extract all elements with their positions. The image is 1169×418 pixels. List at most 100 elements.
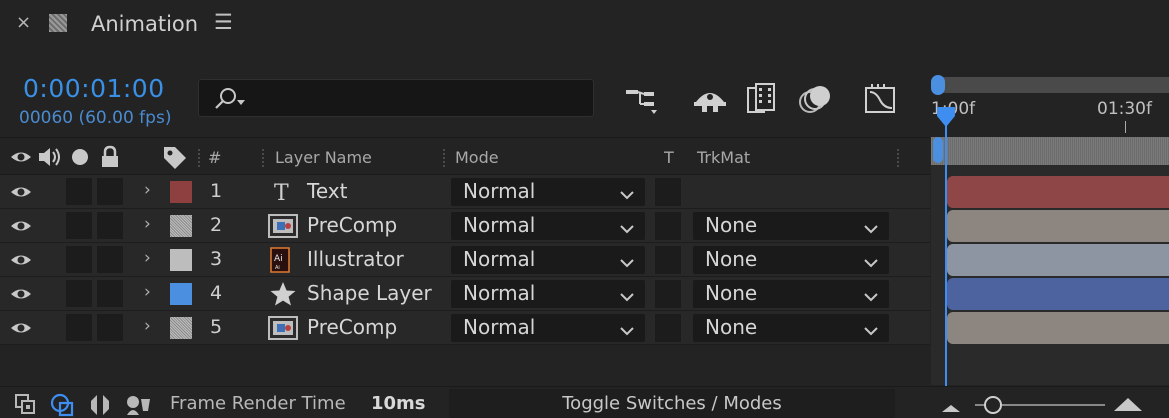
lock-switch[interactable] <box>97 280 123 307</box>
lock-switch[interactable] <box>97 178 123 205</box>
time-navigator-start-handle[interactable] <box>931 75 945 95</box>
layer-name[interactable]: PreComp <box>307 315 397 339</box>
track-matte-dropdown[interactable]: None <box>693 314 889 342</box>
layer-switches-icon[interactable] <box>14 393 38 418</box>
layer-duration-bar[interactable] <box>947 278 1169 310</box>
time-navigator[interactable] <box>931 77 1169 93</box>
current-time-display[interactable]: 0:00:01:00 <box>23 74 165 103</box>
track-matte-dropdown[interactable]: None <box>693 212 889 240</box>
column-divider[interactable] <box>198 147 200 167</box>
preserve-transparency-switch[interactable] <box>655 212 681 240</box>
panel-menu-icon[interactable]: ☰ <box>214 10 233 34</box>
preserve-transparency-switch[interactable] <box>655 246 681 274</box>
column-header-layer-name[interactable]: Layer Name <box>275 148 372 167</box>
zoom-out-icon[interactable] <box>940 399 962 418</box>
layer-number: 4 <box>210 282 223 304</box>
solo-switch[interactable] <box>66 280 92 307</box>
panel-title[interactable]: Animation <box>91 12 198 36</box>
solo-switch[interactable] <box>66 314 92 341</box>
current-time-indicator-line[interactable] <box>945 118 947 388</box>
composition-flowchart-icon[interactable] <box>624 82 660 116</box>
visibility-eye-icon[interactable] <box>10 251 32 273</box>
work-area-bar[interactable] <box>931 137 1169 165</box>
twirl-down-chevron-icon[interactable]: › <box>144 180 151 200</box>
track-matte-dropdown[interactable]: None <box>693 280 889 308</box>
preserve-transparency-switch[interactable] <box>655 314 681 342</box>
search-input[interactable] <box>198 79 594 117</box>
label-color-swatch[interactable] <box>170 317 192 339</box>
preserve-transparency-switch[interactable] <box>655 178 681 206</box>
twirl-down-chevron-icon[interactable]: › <box>144 282 151 302</box>
motion-blur-icon[interactable] <box>798 82 832 116</box>
layer-row[interactable]: › 1 T Text Normal <box>0 175 930 209</box>
label-color-swatch[interactable] <box>170 215 192 237</box>
visibility-eye-icon[interactable] <box>10 217 32 239</box>
lock-switch[interactable] <box>97 246 123 273</box>
graph-editor-icon[interactable] <box>864 82 898 116</box>
blend-mode-dropdown[interactable]: Normal <box>451 280 645 308</box>
layer-number: 1 <box>210 180 223 202</box>
work-area-start-handle[interactable] <box>933 137 943 163</box>
chevron-down-icon <box>863 321 879 340</box>
blend-mode-dropdown[interactable]: Normal <box>451 212 645 240</box>
zoom-in-icon[interactable] <box>1112 395 1144 417</box>
layer-name[interactable]: Shape Layer <box>307 281 432 305</box>
column-divider[interactable] <box>262 147 264 167</box>
transfer-controls-icon[interactable] <box>50 393 76 418</box>
blend-mode-dropdown[interactable]: Normal <box>451 246 645 274</box>
track-matte-dropdown[interactable]: None <box>693 246 889 274</box>
frame-count-display: 00060 (60.00 fps) <box>19 108 172 128</box>
chevron-down-icon <box>619 253 635 272</box>
layer-name[interactable]: Illustrator <box>307 247 404 271</box>
label-color-swatch[interactable] <box>170 283 192 305</box>
solo-switch[interactable] <box>66 246 92 273</box>
eye-column-icon[interactable] <box>10 148 32 170</box>
layer-duration-bar[interactable] <box>947 244 1169 276</box>
layer-row[interactable]: › 3 Ai Ai Illustrator Normal None <box>0 243 930 277</box>
visibility-eye-icon[interactable] <box>10 183 32 205</box>
column-divider[interactable] <box>443 147 445 167</box>
render-time-icon[interactable] <box>124 393 152 418</box>
lock-switch[interactable] <box>97 212 123 239</box>
layer-row[interactable]: › 5 PreComp Normal None <box>0 311 930 345</box>
layer-name[interactable]: PreComp <box>307 213 397 237</box>
blend-mode-dropdown[interactable]: Normal <box>451 178 645 206</box>
column-divider[interactable] <box>897 147 899 167</box>
layer-list: › 1 T Text Normal › 2 PreComp Normal None › 3 Ai Ai Il… <box>0 175 930 345</box>
chevron-down-icon <box>619 185 635 204</box>
frame-blending-icon[interactable] <box>746 82 780 116</box>
twirl-down-chevron-icon[interactable]: › <box>144 316 151 336</box>
layer-number: 5 <box>210 316 223 338</box>
draft-3d-icon[interactable] <box>692 82 728 116</box>
zoom-slider-handle[interactable] <box>984 396 1002 414</box>
layer-row[interactable]: › 2 PreComp Normal None <box>0 209 930 243</box>
lock-switch[interactable] <box>97 314 123 341</box>
label-column-icon[interactable] <box>162 145 188 173</box>
layer-number: 2 <box>210 214 223 236</box>
label-color-swatch[interactable] <box>170 249 192 271</box>
solo-switch[interactable] <box>66 178 92 205</box>
layer-row[interactable]: › 4 Shape Layer Normal None <box>0 277 930 311</box>
layer-duration-bar[interactable] <box>947 312 1169 344</box>
in-out-stretch-icon[interactable] <box>88 393 112 418</box>
solo-column-icon[interactable] <box>72 149 88 165</box>
audio-column-icon[interactable] <box>37 146 63 172</box>
layer-column-header: # Layer Name Mode T TrkMat <box>0 137 930 175</box>
lock-column-icon[interactable] <box>100 145 120 173</box>
close-icon[interactable]: × <box>16 12 31 33</box>
preserve-transparency-switch[interactable] <box>655 280 681 308</box>
label-color-swatch[interactable] <box>170 181 192 203</box>
layer-list-empty-area[interactable] <box>0 345 930 385</box>
chevron-down-icon <box>863 253 879 272</box>
layer-name[interactable]: Text <box>307 179 347 203</box>
visibility-eye-icon[interactable] <box>10 285 32 307</box>
twirl-down-chevron-icon[interactable]: › <box>144 248 151 268</box>
visibility-eye-icon[interactable] <box>10 319 32 341</box>
blend-mode-dropdown[interactable]: Normal <box>451 314 645 342</box>
layer-duration-bar[interactable] <box>947 210 1169 242</box>
current-time-indicator-icon[interactable] <box>936 106 956 132</box>
toggle-switches-modes-button[interactable]: Toggle Switches / Modes <box>449 389 895 418</box>
solo-switch[interactable] <box>66 212 92 239</box>
twirl-down-chevron-icon[interactable]: › <box>144 214 151 234</box>
layer-duration-bar[interactable] <box>947 176 1169 208</box>
